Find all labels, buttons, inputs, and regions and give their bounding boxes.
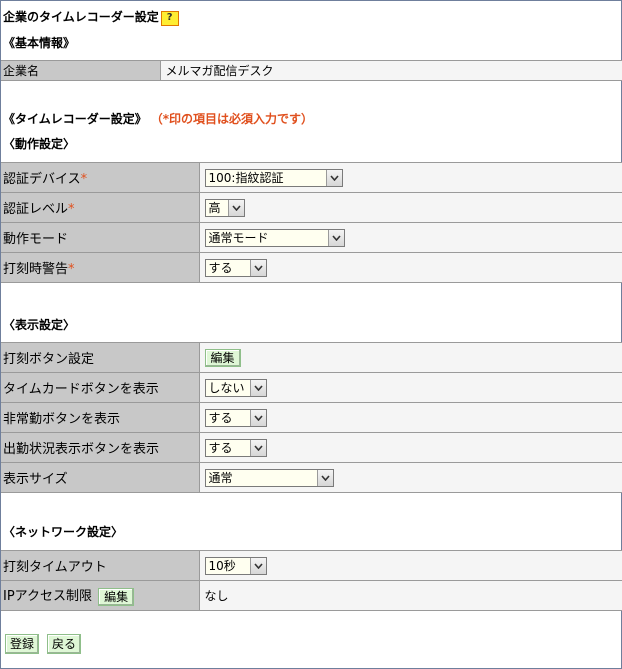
auth-device-label: 認証デバイス* (1, 162, 200, 193)
table-row: 出勤状況表示ボタンを表示 する (1, 432, 622, 463)
chevron-down-icon (327, 229, 344, 246)
help-button[interactable]: ? (160, 11, 179, 26)
stamp-warning-select[interactable]: する (204, 258, 267, 277)
main-frame: 企業のタイムレコーダー設定? 《基本情報》 企業名 メルマガ配信デスク 《タイム… (0, 0, 622, 669)
table-row: 認証デバイス* 100:指紋認証 (1, 162, 622, 193)
company-name-value: メルマガ配信デスク (160, 60, 622, 81)
chevron-down-icon (316, 469, 333, 486)
table-row: 動作モード 通常モード (1, 222, 622, 253)
table-row: 打刻タイムアウト 10秒 (1, 550, 622, 581)
display-settings-heading: 〈表示設定〉 (3, 318, 76, 332)
company-name-label: 企業名 (1, 60, 161, 81)
table-row: 非常勤ボタンを表示 する (1, 402, 622, 433)
required-mark: * (68, 202, 75, 217)
required-note: （*印の項目は必須入力です） (156, 112, 314, 126)
form-actions: 登録 戻る (5, 634, 89, 654)
page-title: 企業のタイムレコーダー設定? (3, 8, 179, 26)
edit-ip-restriction-button[interactable]: 編集 (98, 587, 135, 606)
auth-level-select[interactable]: 高 (204, 198, 245, 217)
stamp-timeout-select[interactable]: 10秒 (204, 556, 267, 575)
display-size-select[interactable]: 通常 (204, 468, 334, 487)
register-button[interactable]: 登録 (5, 634, 40, 654)
operation-mode-select[interactable]: 通常モード (204, 228, 345, 247)
network-settings-heading: 〈ネットワーク設定〉 (3, 525, 124, 539)
stamp-timeout-label: 打刻タイムアウト (1, 550, 200, 581)
table-row: 打刻時警告* する (1, 252, 622, 283)
back-button[interactable]: 戻る (47, 634, 82, 654)
table-row: IPアクセス制限 編集 なし (1, 580, 622, 611)
chevron-down-icon (249, 379, 266, 396)
chevron-down-icon (249, 439, 266, 456)
basic-info-heading: 《基本情報》 (3, 36, 76, 50)
operation-settings-table: 認証デバイス* 100:指紋認証 認証レベル* 高 動作モード 通常モード 打刻… (1, 162, 622, 283)
auth-level-label: 認証レベル* (1, 192, 200, 223)
display-size-label: 表示サイズ (1, 462, 200, 493)
operation-mode-label: 動作モード (1, 222, 200, 253)
display-settings-table: 打刻ボタン設定 編集 タイムカードボタンを表示 しない 非常勤ボタンを表示 する (1, 342, 622, 493)
required-mark: * (80, 172, 88, 187)
part-time-button-label: 非常勤ボタンを表示 (1, 402, 200, 433)
network-settings-table: 打刻タイムアウト 10秒 IPアクセス制限 編集 なし (1, 550, 622, 611)
required-mark: * (68, 262, 75, 277)
attendance-status-button-select[interactable]: する (204, 438, 267, 457)
basic-info-table: 企業名 メルマガ配信デスク (1, 60, 622, 81)
table-row: 認証レベル* 高 (1, 192, 622, 223)
chevron-down-icon (227, 199, 244, 216)
ip-access-restriction-value: なし (199, 580, 622, 611)
part-time-button-select[interactable]: する (204, 408, 267, 427)
stamp-warning-label: 打刻時警告* (1, 252, 200, 283)
table-row: 表示サイズ 通常 (1, 462, 622, 493)
table-row: 企業名 メルマガ配信デスク (1, 60, 622, 81)
auth-device-select[interactable]: 100:指紋認証 (204, 168, 343, 187)
chevron-down-icon (325, 169, 342, 186)
table-row: 打刻ボタン設定 編集 (1, 342, 622, 373)
timecard-button-select[interactable]: しない (204, 378, 267, 397)
chevron-down-icon (249, 259, 266, 276)
table-row: タイムカードボタンを表示 しない (1, 372, 622, 403)
operation-settings-heading: 〈動作設定〉 (3, 137, 76, 151)
stamp-button-settings-label: 打刻ボタン設定 (1, 342, 200, 373)
attendance-status-button-label: 出勤状況表示ボタンを表示 (1, 432, 200, 463)
ip-access-restriction-label: IPアクセス制限 編集 (1, 580, 200, 611)
timerecorder-heading: 《タイムレコーダー設定》 （*印の項目は必須入力です） (3, 112, 314, 126)
timecard-button-label: タイムカードボタンを表示 (1, 372, 200, 403)
chevron-down-icon (249, 409, 266, 426)
chevron-down-icon (249, 557, 266, 574)
edit-stamp-buttons-button[interactable]: 編集 (204, 348, 241, 367)
